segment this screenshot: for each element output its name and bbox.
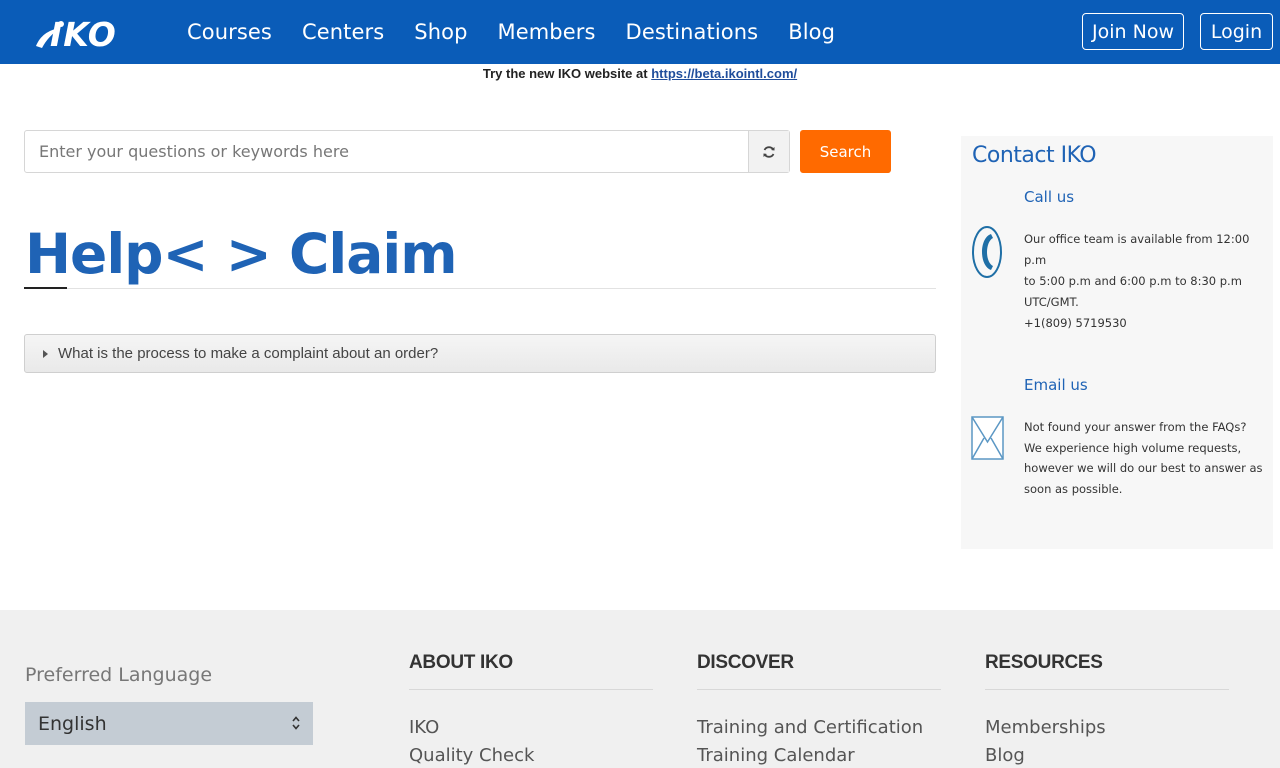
- language-value: English: [38, 712, 107, 735]
- iko-logo[interactable]: IKO: [34, 16, 150, 50]
- faq-accordion-item[interactable]: What is the process to make a complaint …: [24, 334, 936, 373]
- search-box: [24, 130, 790, 173]
- footer-link[interactable]: IKO: [409, 714, 653, 742]
- phone-icon: [972, 226, 1002, 278]
- footer-link[interactable]: Training Calendar: [697, 742, 941, 768]
- nav-centers[interactable]: Centers: [287, 20, 399, 44]
- footer-link[interactable]: Blog: [985, 742, 1229, 768]
- faq-question: What is the process to make a complaint …: [58, 345, 439, 362]
- announcement-bar: Try the new IKO website at https://beta.…: [0, 66, 1280, 81]
- call-info-line: to 5:00 p.m and 6:00 p.m to 8:30 p.m: [1024, 274, 1242, 288]
- call-info: Our office team is available from 12:00 …: [1024, 229, 1264, 334]
- preferred-language-label: Preferred Language: [25, 664, 213, 686]
- nav-members[interactable]: Members: [483, 20, 611, 44]
- main-nav: Courses Centers Shop Members Destination…: [172, 0, 850, 64]
- email-info-line: Not found your answer from the FAQs?: [1024, 420, 1247, 434]
- call-info-line: Our office team is available from 12:00 …: [1024, 232, 1250, 267]
- footer-link[interactable]: Training and Certification: [697, 714, 941, 742]
- email-info-line: soon as possible.: [1024, 481, 1123, 496]
- nav-shop[interactable]: Shop: [399, 20, 482, 44]
- site-footer: Preferred Language English ABOUT IKO IKO…: [0, 610, 1280, 768]
- contact-title: Contact IKO: [972, 143, 1097, 168]
- footer-heading-resources: RESOURCES: [985, 652, 1229, 690]
- footer-link[interactable]: Quality Check: [409, 742, 653, 768]
- login-button[interactable]: Login: [1200, 13, 1273, 50]
- page-title: Help< > Claim: [25, 222, 458, 286]
- contact-panel: Contact IKO Call us Our office team is a…: [961, 136, 1273, 549]
- footer-column-about: ABOUT IKO IKO Quality Check: [409, 652, 653, 768]
- email-us-heading: Email us: [1024, 376, 1088, 394]
- nav-destinations[interactable]: Destinations: [611, 20, 774, 44]
- footer-column-resources: RESOURCES Memberships Blog: [985, 652, 1229, 768]
- footer-column-discover: DISCOVER Training and Certification Trai…: [697, 652, 941, 768]
- refresh-icon: [763, 145, 775, 158]
- search-button[interactable]: Search: [800, 130, 891, 173]
- email-info-line: We experience high volume requests,: [1024, 440, 1242, 455]
- logo-text: IKO: [50, 16, 117, 50]
- nav-blog[interactable]: Blog: [773, 20, 850, 44]
- language-select[interactable]: English: [25, 702, 313, 745]
- phone-number[interactable]: +1(809) 5719530: [1024, 313, 1264, 334]
- announcement-text: Try the new IKO website at: [482, 66, 648, 81]
- email-info: Not found your answer from the FAQs? We …: [1024, 417, 1264, 499]
- title-underline-accent: [24, 287, 67, 289]
- chevron-up-down-icon: [292, 716, 300, 730]
- top-navigation-bar: IKO Courses Centers Shop Members Destina…: [0, 0, 1280, 64]
- email-info-line: however we will do our best to answer as: [1024, 461, 1263, 475]
- beta-site-link[interactable]: https://beta.ikointl.com/: [651, 66, 797, 81]
- title-divider: [24, 288, 936, 289]
- join-now-button[interactable]: Join Now: [1082, 13, 1184, 50]
- nav-courses[interactable]: Courses: [172, 20, 287, 44]
- mail-icon[interactable]: [971, 416, 1004, 460]
- refresh-button[interactable]: [748, 131, 789, 172]
- footer-heading-discover: DISCOVER: [697, 652, 941, 690]
- call-us-heading: Call us: [1024, 188, 1075, 206]
- footer-heading-about: ABOUT IKO: [409, 652, 653, 690]
- search-input[interactable]: [25, 131, 749, 172]
- caret-right-icon: [43, 349, 48, 358]
- footer-link[interactable]: Memberships: [985, 714, 1229, 742]
- call-info-line: UTC/GMT.: [1024, 295, 1079, 309]
